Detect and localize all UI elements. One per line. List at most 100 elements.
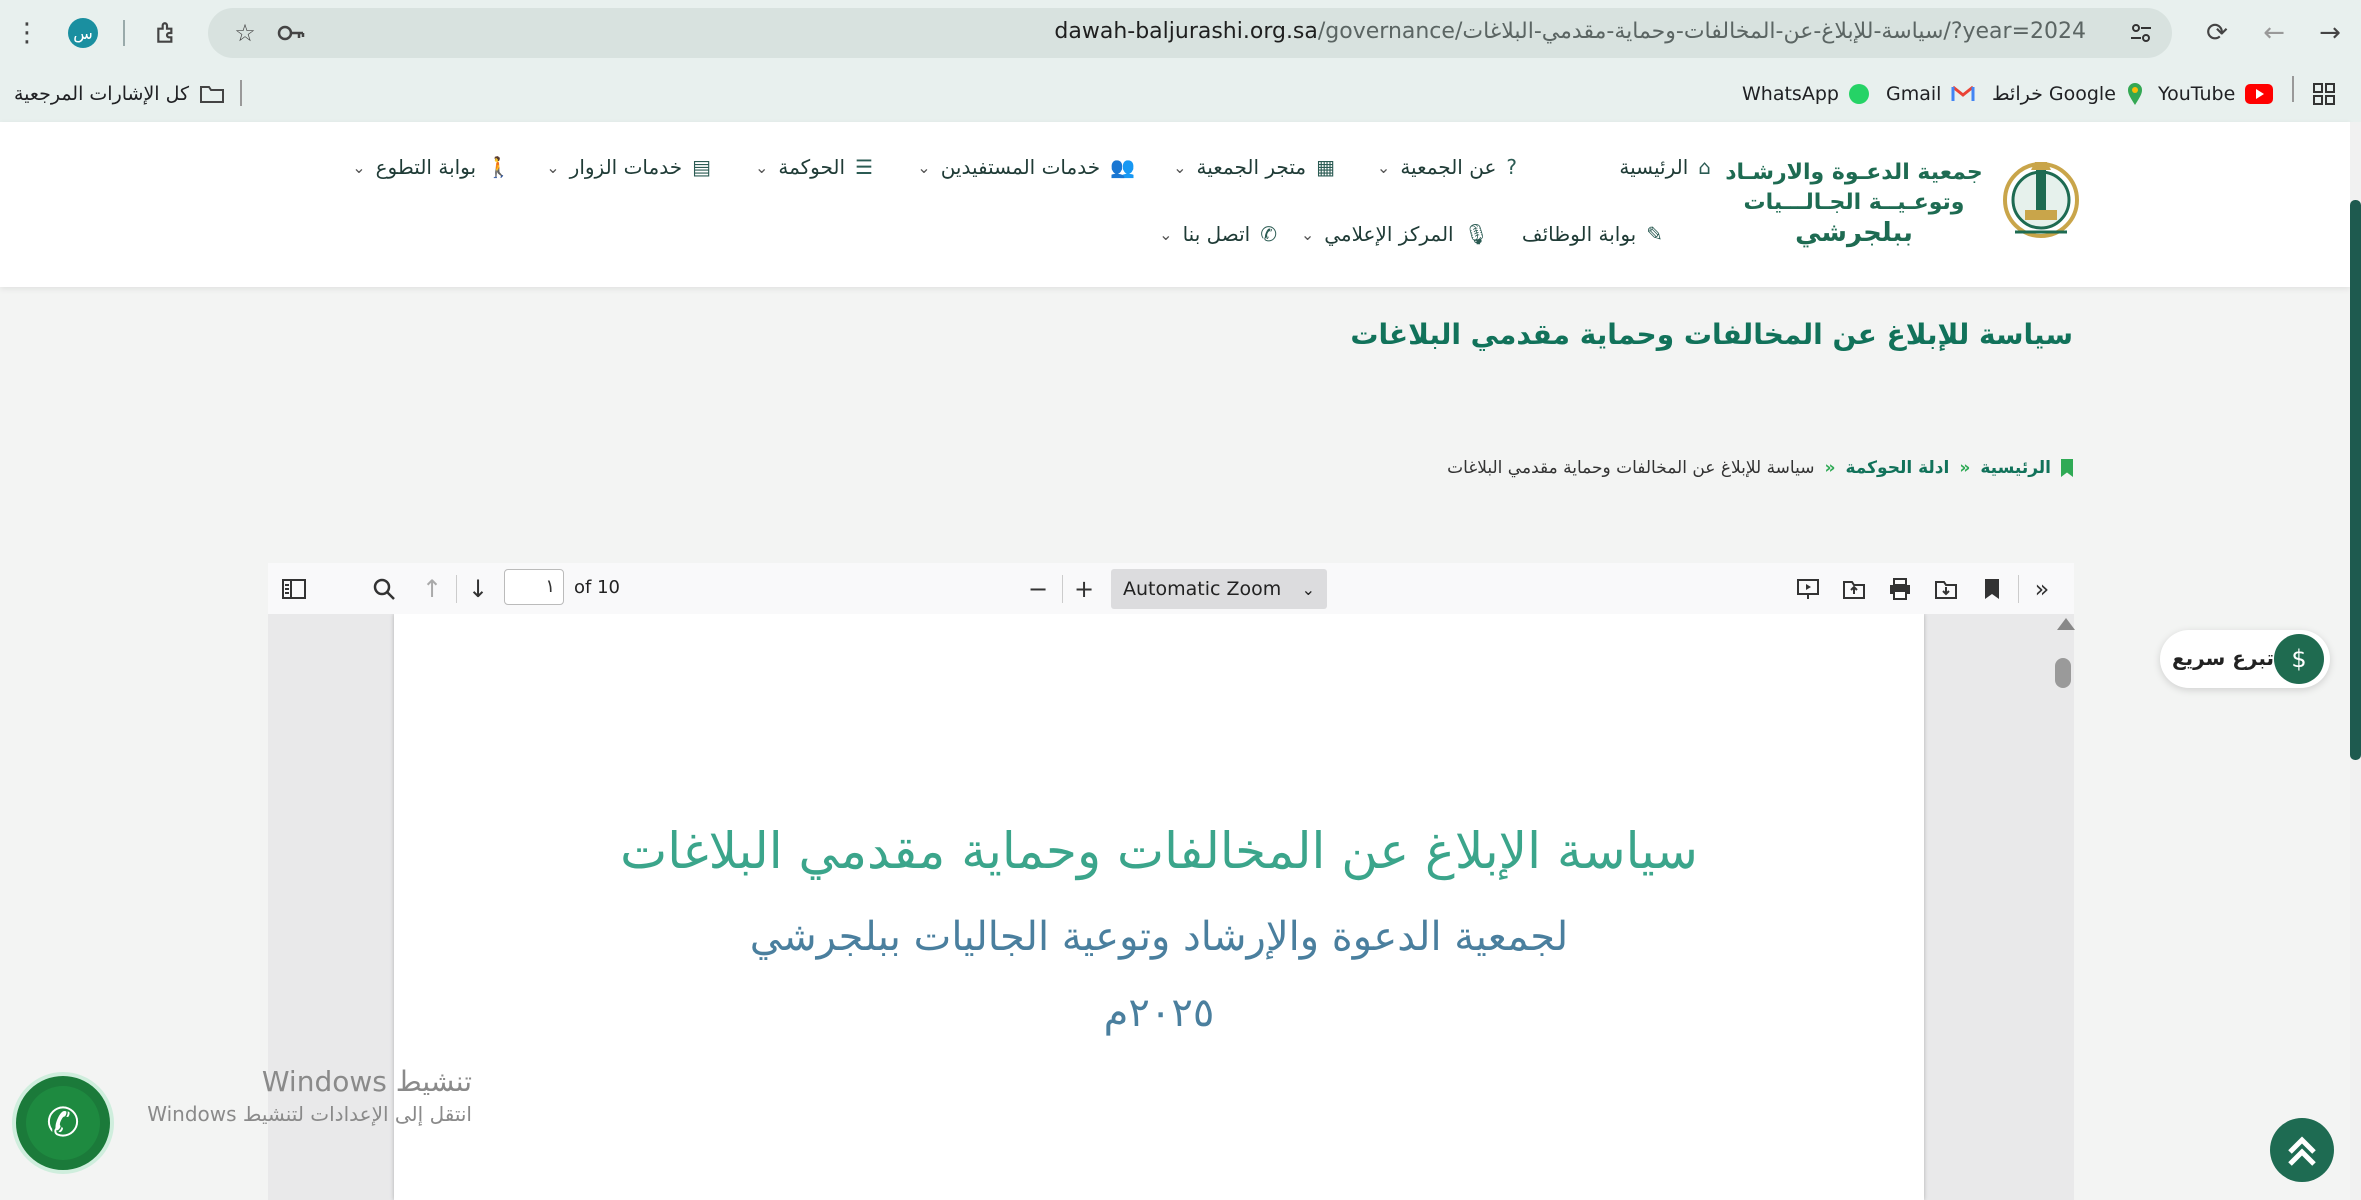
bookmarks-divider bbox=[240, 80, 242, 106]
youtube-icon bbox=[2245, 84, 2274, 104]
nav-label: عن الجمعية bbox=[1400, 155, 1497, 179]
nav-label: الحوكمة bbox=[778, 155, 846, 179]
whatsapp-icon: ✆ bbox=[26, 1086, 100, 1160]
page-scrollbar-thumb[interactable] bbox=[2350, 200, 2361, 760]
chevron-down-icon: ⌄ bbox=[1300, 224, 1315, 244]
chevron-down-icon: ⌄ bbox=[1159, 224, 1173, 244]
scroll-to-top-button[interactable] bbox=[2270, 1118, 2334, 1182]
chevron-down-icon: ⌄ bbox=[917, 157, 931, 177]
bookmark-gmail[interactable]: Gmail bbox=[1886, 76, 1975, 112]
nav-label: خدمات الزوار bbox=[569, 155, 683, 179]
all-bookmarks-label: كل الإشارات المرجعية bbox=[14, 83, 190, 105]
toolbar-divider bbox=[1062, 575, 1063, 603]
bookmark-icon bbox=[2061, 459, 2073, 477]
microphone-icon: 🎙 bbox=[1463, 222, 1489, 246]
chevron-down-icon: ⌄ bbox=[546, 157, 560, 177]
breadcrumb: الرئيسية « ادلة الحوكمة « سياسة للإبلاغ … bbox=[1447, 458, 2073, 478]
bookmark-google-maps[interactable]: خرائط Google bbox=[1992, 76, 2144, 112]
calendar-icon: ▦ bbox=[1316, 155, 1335, 179]
donate-hand-icon: $ bbox=[2274, 634, 2324, 684]
nav-governance[interactable]: ☰ الحوكمة ⌄ bbox=[755, 155, 873, 179]
nav-contact[interactable]: ✆ اتصل بنا ⌄ bbox=[1159, 222, 1277, 246]
zoom-out-icon[interactable]: − bbox=[1020, 571, 1056, 607]
whatsapp-chat-button[interactable]: ✆ bbox=[12, 1072, 114, 1174]
toolbar-divider bbox=[123, 20, 125, 46]
save-download-icon[interactable] bbox=[1928, 571, 1964, 607]
bookmark-label: YouTube bbox=[2158, 83, 2236, 105]
chevron-down-icon: ⌄ bbox=[1376, 157, 1391, 177]
nav-visitor-services[interactable]: ▤ خدمات الزوار ⌄ bbox=[546, 155, 711, 179]
extensions-icon[interactable] bbox=[148, 14, 186, 52]
breadcrumb-separator-icon: « bbox=[1959, 458, 1971, 478]
whatsapp-icon bbox=[1848, 84, 1869, 104]
nav-beneficiary-services[interactable]: 👥 خدمات المستفيدين ⌄ bbox=[917, 155, 1135, 179]
url-host: dawah-baljurashi.org.sa bbox=[1054, 19, 1318, 44]
logo-line-1: جمعية الدعـوة والارشـاد bbox=[1725, 160, 1983, 185]
tools-menu-icon[interactable]: » bbox=[2024, 571, 2060, 607]
folder-icon bbox=[200, 86, 225, 103]
page-total: of 10 bbox=[574, 577, 620, 598]
nav-media-center[interactable]: 🎙 المركز الإعلامي ⌄ bbox=[1301, 222, 1489, 246]
apps-grid-icon[interactable] bbox=[2312, 76, 2336, 112]
bookmark-youtube[interactable]: YouTube bbox=[2158, 76, 2274, 112]
all-bookmarks[interactable]: كل الإشارات المرجعية bbox=[14, 76, 225, 112]
nav-volunteer[interactable]: 🚶 بوابة التطوع ⌄ bbox=[352, 155, 511, 179]
password-key-icon[interactable] bbox=[272, 14, 310, 52]
pdf-scrollbar-thumb[interactable] bbox=[2055, 658, 2071, 688]
pdf-scroll-up-icon[interactable] bbox=[2057, 618, 2075, 630]
bookmark-star-icon[interactable]: ☆ bbox=[226, 14, 264, 52]
browser-menu-icon[interactable]: ⋮ bbox=[8, 14, 46, 52]
walking-icon: 🚶 bbox=[486, 155, 511, 179]
bookmark-label: WhatsApp bbox=[1742, 83, 1839, 105]
nav-label: المركز الإعلامي bbox=[1324, 222, 1454, 246]
chevron-down-icon: ⌄ bbox=[754, 157, 769, 177]
activation-title: تنشيط Windows bbox=[261, 1065, 472, 1098]
presentation-mode-icon[interactable] bbox=[1790, 571, 1826, 607]
activation-hint: انتقل إلى الإعدادات لتنشيط Windows bbox=[147, 1102, 472, 1126]
reload-icon[interactable]: ⟳ bbox=[2198, 14, 2236, 52]
site-logo[interactable]: جمعية الدعـوة والارشـاد وتوعـيــة الجـال… bbox=[1721, 148, 2081, 258]
open-file-icon[interactable] bbox=[1836, 571, 1872, 607]
toolbar-divider bbox=[2018, 575, 2019, 603]
profile-initial: س bbox=[68, 18, 98, 48]
nav-home[interactable]: ⌂ الرئيسية bbox=[1619, 155, 1711, 179]
breadcrumb-home[interactable]: الرئيسية bbox=[1980, 458, 2051, 478]
edit-icon: ✎ bbox=[1646, 222, 1663, 246]
users-icon: 👥 bbox=[1110, 155, 1135, 179]
nav-label: خدمات المستفيدين bbox=[940, 155, 1101, 179]
profile-avatar[interactable]: س bbox=[64, 14, 102, 52]
sidebar-toggle-icon[interactable] bbox=[276, 571, 312, 607]
site-settings-icon[interactable] bbox=[2122, 14, 2160, 52]
forward-arrow-icon[interactable]: → bbox=[2311, 14, 2349, 52]
url-text[interactable]: dawah-baljurashi.org.sa/governance/سياسة… bbox=[1054, 19, 2086, 44]
bookmark-whatsapp[interactable]: WhatsApp bbox=[1742, 76, 1869, 112]
zoom-value: Automatic Zoom bbox=[1123, 578, 1282, 600]
address-bar[interactable]: ☆ dawah-baljurashi.org.sa/governance/سيا… bbox=[208, 8, 2172, 58]
back-arrow-icon[interactable]: ← bbox=[2255, 14, 2293, 52]
zoom-select[interactable]: Automatic Zoom ⌄ bbox=[1111, 569, 1327, 609]
question-icon: ? bbox=[1506, 155, 1517, 179]
zoom-in-icon[interactable]: + bbox=[1066, 571, 1102, 607]
previous-page-icon[interactable]: ↑ bbox=[414, 571, 450, 607]
pdf-viewport[interactable]: سياسة الإبلاغ عن المخالفات وحماية مقدمي … bbox=[268, 614, 2074, 1200]
next-page-icon[interactable]: ↓ bbox=[460, 571, 496, 607]
breadcrumb-section[interactable]: ادلة الحوكمة bbox=[1845, 458, 1949, 478]
document-subtitle: لجمعية الدعوة والإرشاد وتوعية الجاليات ب… bbox=[749, 914, 1569, 960]
nav-store[interactable]: ▦ متجر الجمعية ⌄ bbox=[1173, 155, 1335, 179]
nav-label: بوابة التطوع bbox=[375, 155, 477, 179]
toolbar-divider bbox=[456, 575, 457, 603]
breadcrumb-current: سياسة للإبلاغ عن المخالفات وحماية مقدمي … bbox=[1447, 458, 1815, 478]
quick-donate-button[interactable]: تبرع سريع $ bbox=[2160, 630, 2330, 688]
page-title: سياسة للإبلاغ عن المخالفات وحماية مقدمي … bbox=[1350, 318, 2073, 351]
print-icon[interactable] bbox=[1882, 571, 1918, 607]
find-search-icon[interactable] bbox=[366, 571, 402, 607]
chevron-down-icon: ⌄ bbox=[1173, 157, 1187, 177]
document-title: سياسة الإبلاغ عن المخالفات وحماية مقدمي … bbox=[620, 822, 1698, 880]
bookmark-icon[interactable] bbox=[1974, 571, 2010, 607]
nav-jobs[interactable]: ✎ بوابة الوظائف bbox=[1522, 222, 1663, 246]
list-icon: ☰ bbox=[855, 155, 873, 179]
maps-icon bbox=[2127, 83, 2142, 105]
page-number-input[interactable]: ١ bbox=[504, 569, 564, 605]
url-path: /governance/سياسة-للإبلاغ-عن-المخالفات-و… bbox=[1317, 19, 2086, 44]
nav-about[interactable]: ? عن الجمعية ⌄ bbox=[1377, 155, 1517, 179]
